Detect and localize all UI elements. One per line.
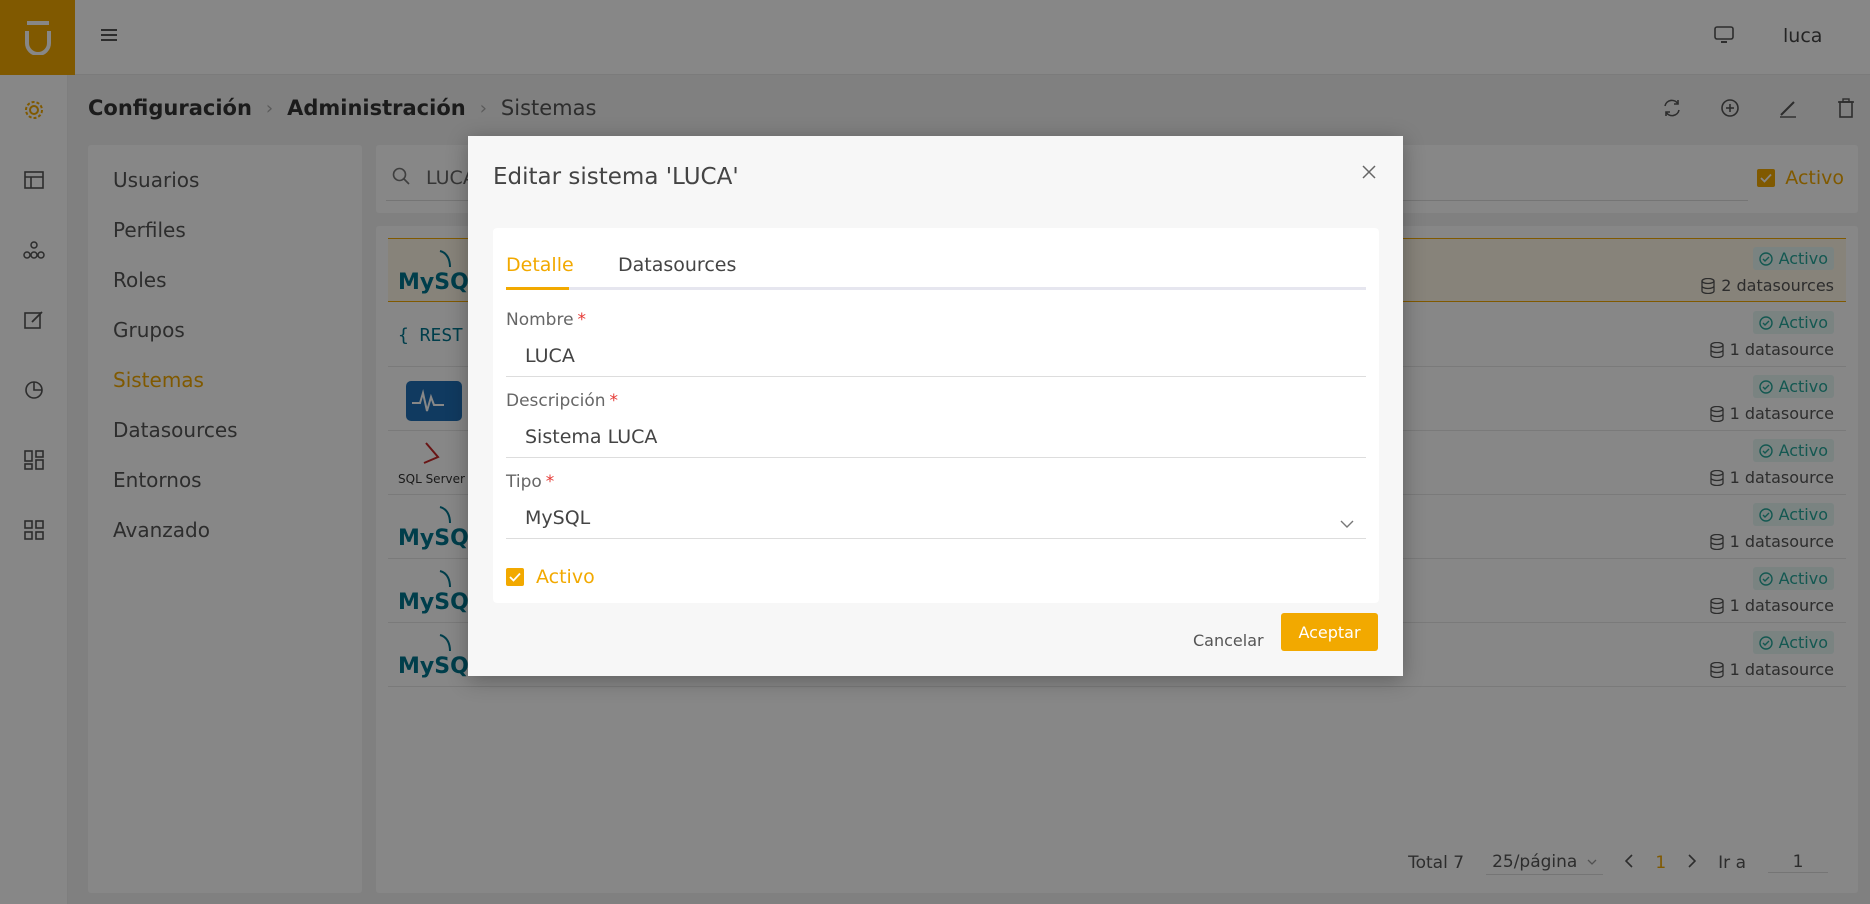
checkbox-checked-icon	[506, 568, 524, 586]
required-mark: *	[577, 310, 587, 330]
nombre-input[interactable]: LUCA	[525, 345, 575, 367]
tab-detalle[interactable]: Detalle	[506, 254, 574, 276]
nombre-label: Nombre *	[506, 310, 587, 330]
activo-checkbox[interactable]: Activo	[506, 566, 595, 588]
dialog-title: Editar sistema 'LUCA'	[493, 164, 739, 190]
descripcion-label: Descripción *	[506, 391, 619, 411]
edit-system-dialog: Editar sistema 'LUCA' Detalle Datasource…	[468, 136, 1403, 676]
active-tab-indicator	[506, 287, 569, 290]
cancel-button[interactable]: Cancelar	[1183, 623, 1274, 658]
required-mark: *	[609, 391, 619, 411]
tipo-underline	[506, 538, 1366, 539]
tab-datasources[interactable]: Datasources	[618, 254, 736, 276]
tipo-label: Tipo *	[506, 472, 555, 492]
close-icon[interactable]	[1361, 164, 1379, 182]
activo-label: Activo	[536, 566, 595, 588]
descripcion-underline	[506, 457, 1366, 458]
dialog-tabs: Detalle Datasources	[506, 228, 1366, 290]
accept-button[interactable]: Aceptar	[1281, 613, 1378, 651]
required-mark: *	[545, 472, 555, 492]
descripcion-input[interactable]: Sistema LUCA	[525, 426, 657, 448]
chevron-down-icon[interactable]	[1340, 513, 1354, 532]
nombre-underline	[506, 376, 1366, 377]
dialog-body: Detalle Datasources Nombre * LUCA Descrip…	[493, 228, 1379, 603]
tipo-select[interactable]: MySQL	[525, 507, 590, 529]
